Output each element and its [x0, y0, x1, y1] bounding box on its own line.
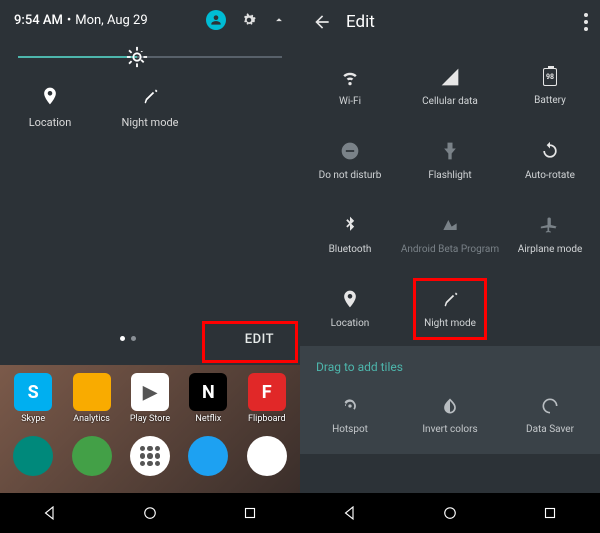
collapse-chevron-icon[interactable] — [272, 13, 286, 27]
drag-tile-data-saver[interactable]: Data Saver — [500, 384, 600, 446]
dock-app-0[interactable] — [13, 436, 53, 476]
location-icon — [340, 289, 360, 309]
navigation-bar — [0, 493, 300, 533]
wifi-icon — [340, 67, 360, 87]
nav-home-icon[interactable] — [141, 504, 159, 522]
dock-app-4[interactable] — [247, 436, 287, 476]
status-date: Mon, Aug 29 — [75, 13, 147, 28]
tile-cellular-data[interactable]: Cellular data — [400, 50, 500, 124]
tile-auto-rotate[interactable]: Auto-rotate — [500, 124, 600, 198]
drag-to-add-section: Drag to add tiles HotspotInvert colorsDa… — [300, 346, 600, 454]
tile-flashlight[interactable]: Flashlight — [400, 124, 500, 198]
app-skype[interactable]: SSkype — [7, 373, 59, 424]
tile-wi-fi[interactable]: Wi-Fi — [300, 50, 400, 124]
tile-location[interactable]: Location — [0, 86, 100, 129]
nav-back-icon[interactable] — [341, 504, 359, 522]
app-drawer-icon[interactable] — [130, 436, 170, 476]
beta-icon — [440, 215, 460, 235]
app-analytics[interactable]: Analytics — [66, 373, 118, 424]
dock-app-1[interactable] — [72, 436, 112, 476]
tile-location[interactable]: Location — [300, 272, 400, 346]
night-icon — [440, 289, 460, 309]
dnd-icon — [340, 141, 360, 161]
user-avatar-icon[interactable] — [206, 10, 226, 30]
brightness-slider[interactable] — [0, 34, 300, 68]
drag-tile-invert-colors[interactable]: Invert colors — [400, 384, 500, 446]
rotate-icon — [540, 141, 560, 161]
edit-header: Edit — [300, 0, 600, 38]
status-bar: 9:54 AM • Mon, Aug 29 — [0, 0, 300, 34]
tile-battery[interactable]: 98Battery — [500, 50, 600, 124]
bt-icon — [340, 215, 360, 235]
hotspot-icon — [340, 396, 360, 416]
drag-section-title: Drag to add tiles — [300, 356, 600, 384]
navigation-bar — [300, 493, 600, 533]
tile-night-mode[interactable]: Night mode — [100, 86, 200, 129]
invert-icon — [440, 396, 460, 416]
left-screenshot: 9:54 AM • Mon, Aug 29 Location — [0, 0, 300, 533]
nav-recents-icon[interactable] — [541, 504, 559, 522]
location-icon — [40, 86, 60, 106]
datasaver-icon — [540, 396, 560, 416]
overflow-menu-icon[interactable] — [584, 13, 588, 31]
app-play-store[interactable]: ▶Play Store — [124, 373, 176, 424]
highlight-annotation — [413, 278, 487, 340]
tile-bluetooth[interactable]: Bluetooth — [300, 198, 400, 272]
airplane-icon — [540, 215, 560, 235]
app-netflix[interactable]: NNetflix — [182, 373, 234, 424]
dock-app-3[interactable] — [188, 436, 228, 476]
drag-tile-hotspot[interactable]: Hotspot — [300, 384, 400, 446]
page-indicator — [120, 336, 136, 341]
back-arrow-icon[interactable] — [312, 12, 332, 32]
brightness-thumb-icon[interactable] — [126, 46, 148, 68]
nav-recents-icon[interactable] — [241, 504, 259, 522]
edit-title: Edit — [346, 12, 375, 32]
tile-night-mode[interactable]: Night mode — [400, 272, 500, 346]
tile-airplane-mode[interactable]: Airplane mode — [500, 198, 600, 272]
settings-gear-icon[interactable] — [240, 11, 258, 29]
edit-button[interactable]: EDIT — [227, 322, 292, 357]
battery-icon: 98 — [543, 68, 557, 86]
eyedropper-icon — [140, 86, 160, 106]
quick-settings-panel: 9:54 AM • Mon, Aug 29 Location — [0, 0, 300, 365]
nav-home-icon[interactable] — [441, 504, 459, 522]
app-flipboard[interactable]: FFlipboard — [241, 373, 293, 424]
nav-back-icon[interactable] — [41, 504, 59, 522]
status-time: 9:54 AM — [14, 13, 63, 28]
cell-icon — [440, 67, 460, 87]
homescreen[interactable]: SSkypeAnalytics▶Play StoreNNetflixFFlipb… — [0, 365, 300, 493]
tile-do-not-disturb[interactable]: Do not disturb — [300, 124, 400, 198]
flash-icon — [440, 141, 460, 161]
right-screenshot: Edit Wi-FiCellular data98Battery Do not d… — [300, 0, 600, 533]
tile-android-beta-program[interactable]: Android Beta Program — [400, 198, 500, 272]
